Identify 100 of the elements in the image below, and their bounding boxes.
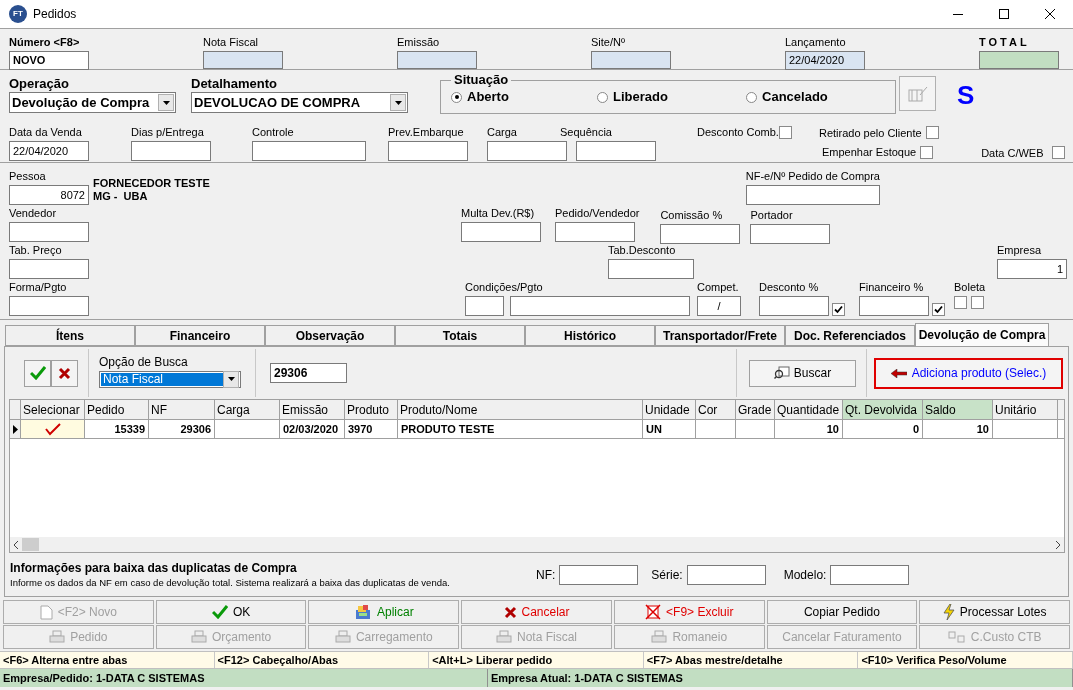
column-header[interactable]: Produto — [345, 400, 398, 419]
text-field[interactable] — [830, 564, 910, 585]
search-option-select[interactable]: Nota Fiscal — [99, 370, 241, 388]
text-field[interactable] — [9, 259, 89, 279]
field-label: Série: — [651, 567, 683, 582]
add-product-button[interactable]: Adiciona produto (Selec.) — [874, 357, 1063, 389]
column-header[interactable]: Unidade — [643, 400, 696, 419]
field-label: Detalhamento — [191, 76, 278, 92]
tab[interactable]: Financeiro — [135, 325, 265, 346]
field-label: Empresa — [997, 243, 1043, 257]
text-field[interactable]: 8072 — [9, 185, 89, 205]
tab[interactable]: Devolução de Compra — [915, 323, 1049, 346]
checkbox[interactable] — [954, 296, 967, 309]
field-label: Comissão % — [660, 208, 724, 222]
printer-icon — [334, 630, 351, 644]
column-header[interactable]: Carga — [215, 400, 280, 419]
text-field[interactable] — [461, 222, 541, 242]
tab[interactable]: Totais — [395, 325, 525, 346]
text-field[interactable] — [510, 296, 690, 316]
action-button[interactable]: OK — [155, 600, 307, 624]
text-field[interactable]: / — [697, 296, 741, 316]
action-button[interactable]: <F9> Excluir — [613, 600, 765, 624]
text-field[interactable] — [859, 296, 929, 316]
action-button[interactable]: Copiar Pedido — [766, 600, 918, 624]
action-button[interactable]: Cancelar — [461, 600, 612, 624]
printer-icon — [49, 630, 66, 644]
text-field[interactable] — [591, 51, 671, 69]
search-field[interactable]: 29306 — [270, 363, 347, 383]
detail-select[interactable]: DEVOLUCAO DE COMPRA — [191, 92, 408, 113]
checkbox[interactable] — [932, 303, 945, 316]
text-field[interactable] — [686, 564, 766, 585]
text-field[interactable] — [465, 296, 504, 316]
action-button[interactable]: Aplicar — [308, 600, 460, 624]
column-header[interactable]: Grade — [736, 400, 775, 419]
tab[interactable]: Ítens — [5, 325, 135, 346]
shortcut-hint: <F6> Alterna entre abas — [0, 652, 215, 668]
field-label: Data C/WEB — [981, 147, 1044, 159]
table-cell: 0 — [843, 420, 923, 438]
text-field[interactable]: NOVO — [9, 51, 89, 70]
checkbox[interactable] — [925, 125, 939, 139]
text-field[interactable] — [745, 185, 880, 205]
printer-icon — [190, 630, 207, 644]
shortcut-hint: <F7> Abas mestre/detalhe — [643, 652, 859, 668]
column-header[interactable]: Emissão — [280, 400, 345, 419]
field-label: Emissão — [397, 35, 441, 49]
select-cell[interactable] — [21, 420, 85, 438]
row-indicator[interactable] — [10, 420, 21, 438]
search-button[interactable]: Buscar — [749, 359, 856, 387]
text-field[interactable] — [9, 222, 89, 242]
confirm-button[interactable] — [24, 359, 51, 387]
radio-option[interactable]: Liberado — [597, 87, 746, 107]
checkbox[interactable] — [971, 296, 984, 309]
field-label: Multa Dev.(R$) — [461, 206, 536, 220]
text-field[interactable] — [576, 141, 656, 161]
radio-option[interactable]: Aberto — [451, 87, 597, 107]
text-field[interactable] — [608, 259, 694, 279]
text-field[interactable] — [759, 296, 829, 316]
text-field[interactable] — [750, 224, 831, 244]
text-field[interactable] — [388, 141, 468, 161]
column-header[interactable]: Saldo — [923, 400, 993, 419]
column-header[interactable]: Unitário — [993, 400, 1058, 419]
action-button[interactable]: Processar Lotes — [919, 600, 1071, 624]
radio-option[interactable]: Cancelado — [746, 87, 895, 107]
checkbox[interactable] — [778, 125, 792, 139]
column-header[interactable]: NF — [149, 400, 215, 419]
horizontal-scrollbar[interactable] — [10, 537, 1064, 552]
checkbox[interactable] — [832, 303, 845, 316]
cancel-button[interactable] — [51, 359, 78, 387]
checkbox[interactable] — [1051, 145, 1065, 159]
text-field[interactable] — [979, 51, 1059, 69]
table-cell: 15339 — [85, 420, 149, 438]
column-header[interactable]: Cor — [696, 400, 736, 419]
text-field[interactable]: 1 — [997, 259, 1067, 279]
tab[interactable]: Transportador/Frete — [655, 325, 785, 346]
text-field[interactable] — [252, 141, 366, 161]
text-field[interactable] — [555, 222, 635, 242]
text-field[interactable] — [9, 296, 89, 316]
arrow-left-icon — [890, 368, 907, 378]
text-field[interactable] — [487, 141, 567, 161]
column-header[interactable]: Pedido — [85, 400, 149, 419]
text-field[interactable] — [397, 51, 477, 69]
checkbox[interactable] — [920, 145, 934, 159]
shortcut-hint: <F10> Verifica Peso/Volume — [858, 652, 1073, 668]
tab[interactable]: Doc. Referenciados — [785, 325, 915, 346]
text-field[interactable] — [203, 51, 283, 69]
column-header[interactable]: Selecionar — [21, 400, 85, 419]
field-label: Desconto % — [759, 280, 820, 294]
scrollbar-thumb[interactable] — [22, 538, 39, 551]
tab[interactable]: Histórico — [525, 325, 655, 346]
operation-select[interactable]: Devolução de Compra — [9, 92, 176, 113]
text-field[interactable] — [131, 141, 211, 161]
text-field[interactable]: 22/04/2020 — [9, 141, 89, 161]
column-header[interactable]: Produto/Nome — [398, 400, 643, 419]
field-label: Boleta — [954, 280, 986, 294]
text-field[interactable] — [559, 564, 639, 585]
column-header[interactable]: Qt. Devolvida — [843, 400, 923, 419]
text-field[interactable]: 22/04/2020 — [785, 51, 865, 70]
document-icon — [39, 604, 53, 620]
tab[interactable]: Observação — [265, 325, 395, 346]
text-field[interactable] — [660, 224, 741, 244]
